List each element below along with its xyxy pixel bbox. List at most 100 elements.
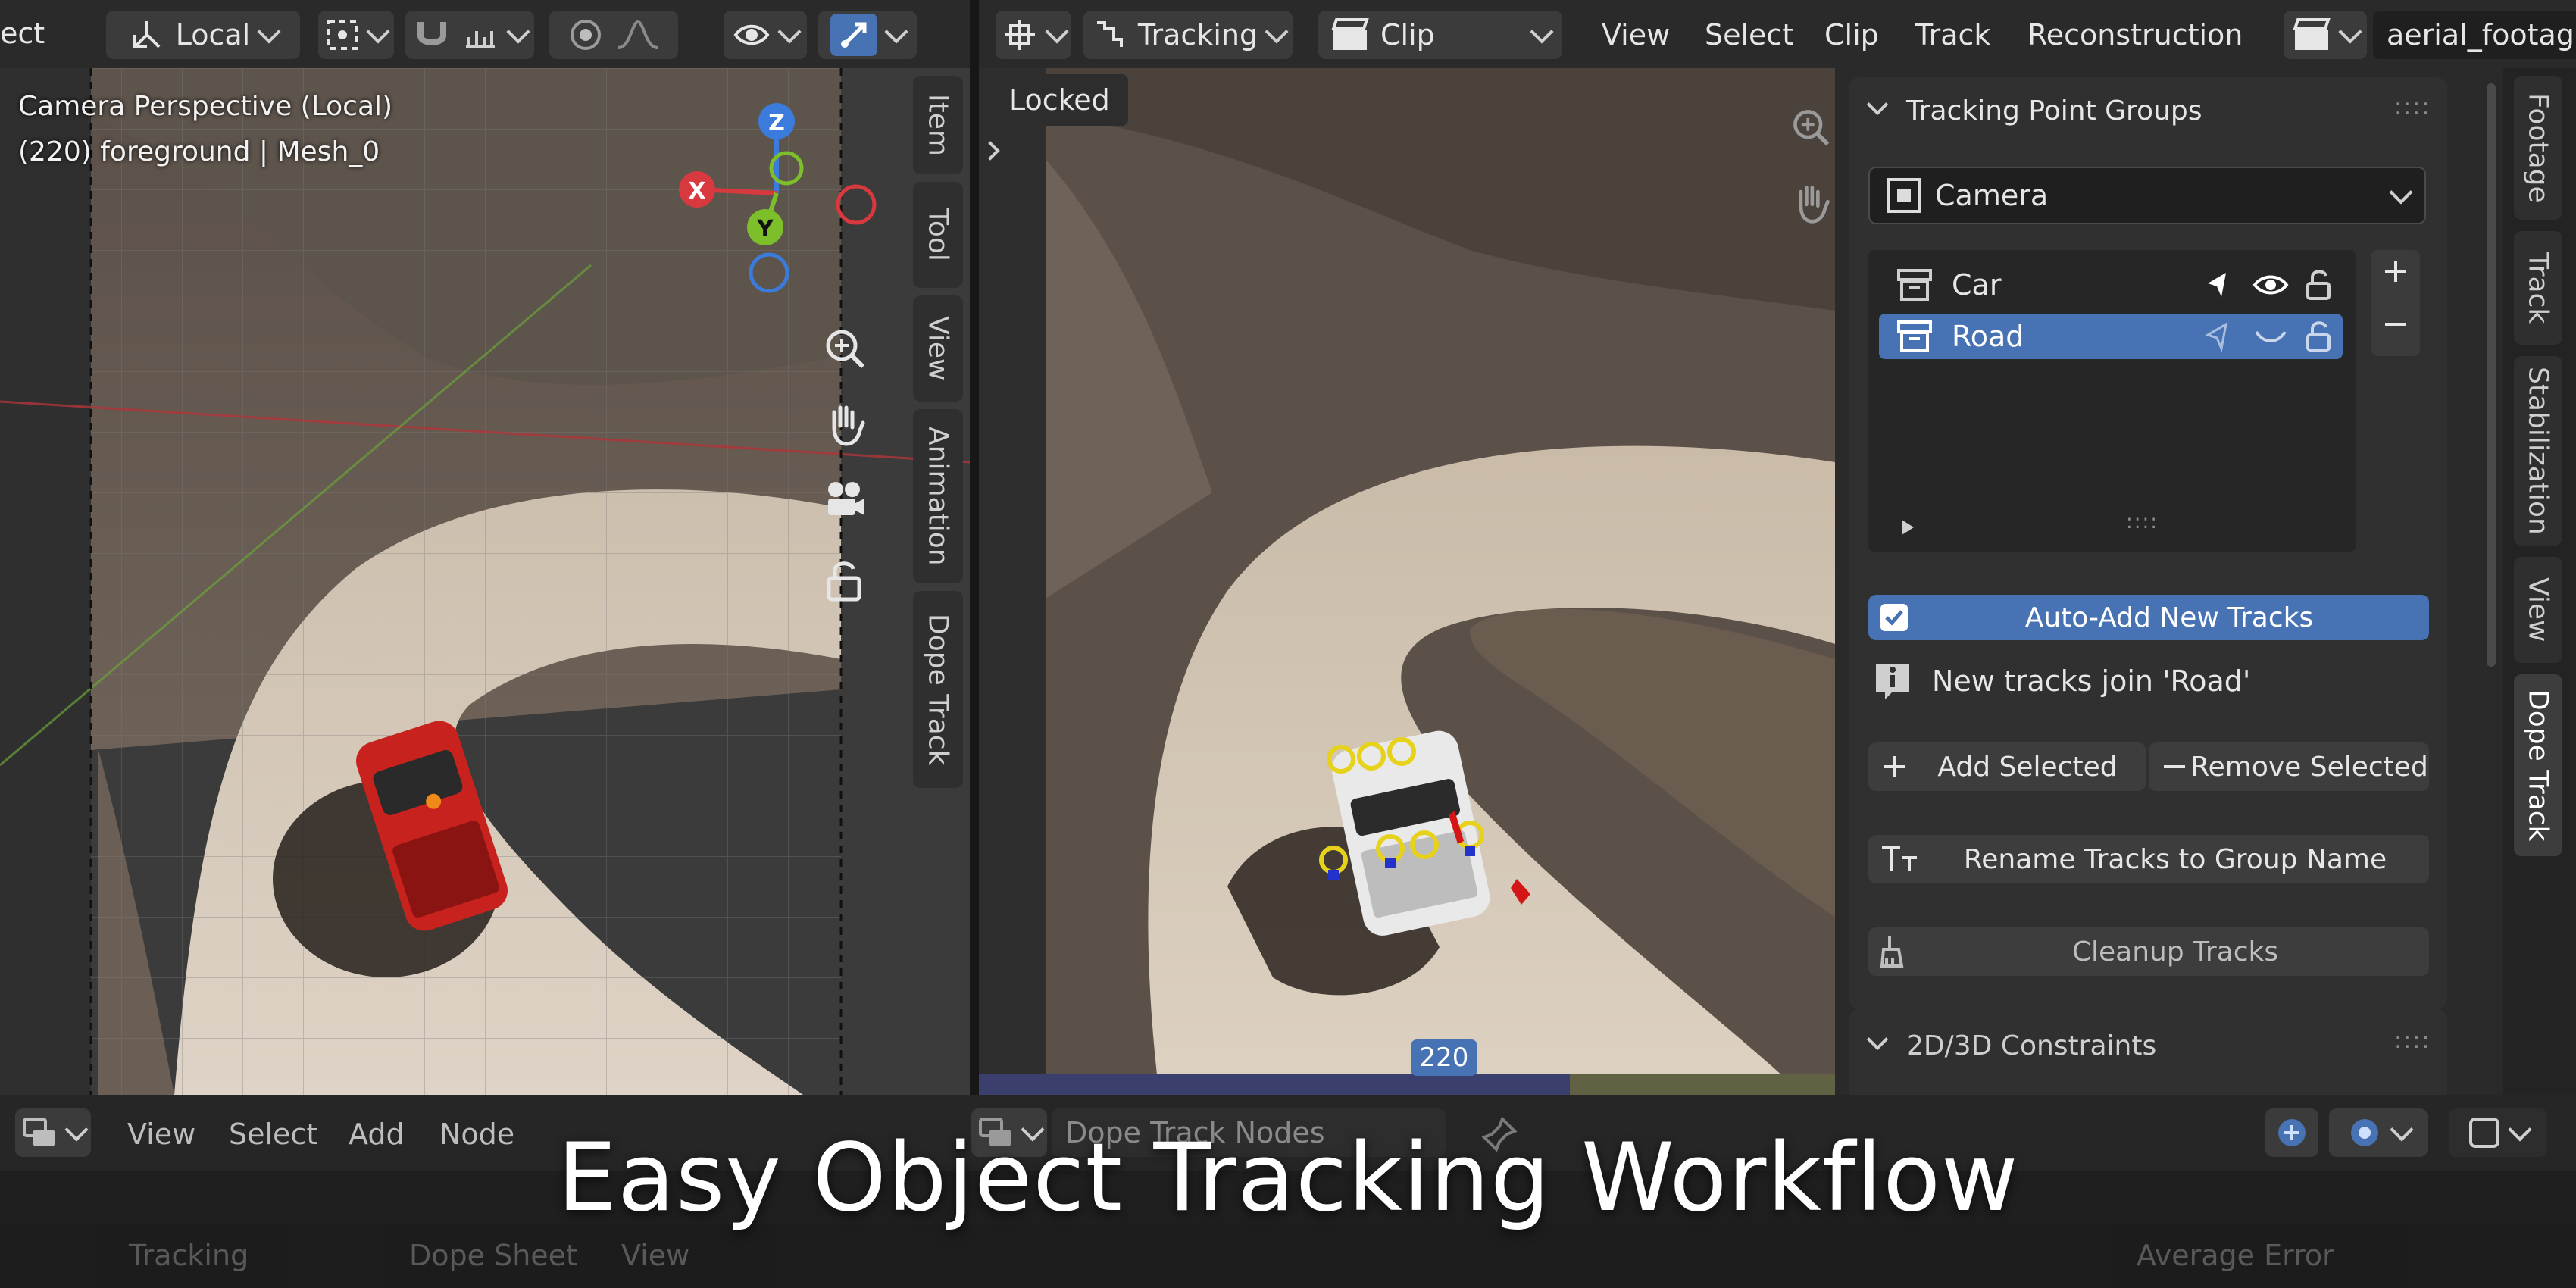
- select-cursor-icon[interactable]: [2203, 320, 2237, 353]
- cleanup-label: Cleanup Tracks: [2071, 936, 2279, 968]
- add-selected-button[interactable]: Add Selected: [1868, 742, 2146, 791]
- tracking-object-label: Camera: [1935, 179, 2049, 212]
- view-mode-label: Clip: [1380, 18, 1435, 52]
- rename-tracks-button[interactable]: Rename Tracks to Group Name: [1868, 835, 2429, 883]
- chevron-down-icon: [777, 20, 802, 44]
- lock-camera-icon[interactable]: [824, 557, 865, 602]
- magnet-icon: [417, 22, 446, 45]
- average-error-label: Average Error: [2137, 1239, 2334, 1272]
- list-item[interactable]: Car: [1879, 262, 2343, 308]
- pan-hand-icon[interactable]: [822, 402, 868, 447]
- camera-object-icon: [1887, 178, 1921, 213]
- proportional-editing-group[interactable]: [549, 11, 678, 59]
- current-frame-badge[interactable]: 220: [1411, 1039, 1477, 1076]
- clip-name: aerial_footage: [2387, 18, 2576, 52]
- remove-group-icon[interactable]: [2382, 311, 2409, 338]
- cleanup-tracks-button[interactable]: Cleanup Tracks: [1868, 927, 2429, 976]
- rename-label: Rename Tracks to Group Name: [1963, 843, 2387, 875]
- tracked-range-bar: [1570, 1074, 1835, 1095]
- clip-name-field[interactable]: aerial_footage: [2373, 11, 2576, 59]
- collapse-chevron-icon[interactable]: [1866, 1028, 1889, 1051]
- gizmo-y-label: Y: [756, 216, 774, 242]
- panel-grip-icon[interactable]: ::::: [2394, 1027, 2431, 1054]
- list-resize-grip-icon[interactable]: ::::: [2126, 511, 2159, 533]
- chevron-down-icon: [2389, 180, 2413, 205]
- tracking-sidebar: Tracking Point Groups :::: Camera Car Ro…: [1835, 68, 2503, 1095]
- eye-closed-icon[interactable]: [2252, 320, 2290, 353]
- auto-add-new-tracks-toggle[interactable]: Auto-Add New Tracks: [1868, 595, 2429, 640]
- editor-type-dropdown[interactable]: [996, 11, 1071, 59]
- group-list[interactable]: Car Road::::: [1868, 250, 2356, 552]
- transform-orientation-dropdown[interactable]: Local: [106, 11, 300, 59]
- editor-type-fragment: ect: [0, 17, 45, 50]
- zoom-icon[interactable]: [822, 326, 868, 371]
- tab-view[interactable]: View: [2514, 557, 2562, 663]
- clip-browse-dropdown[interactable]: [2284, 11, 2367, 59]
- remove-selected-button[interactable]: Remove Selected: [2149, 742, 2429, 791]
- tab-track[interactable]: Track: [2514, 231, 2562, 345]
- locked-indicator: Locked: [991, 74, 1128, 126]
- checkbox-checked-icon[interactable]: [1879, 602, 1909, 633]
- tab-item[interactable]: Item: [913, 76, 963, 174]
- snapping-group[interactable]: [405, 11, 534, 59]
- menu-view[interactable]: View: [1602, 18, 1670, 52]
- dope-mode-label[interactable]: Tracking: [129, 1239, 249, 1272]
- collapse-chevron-icon[interactable]: [1866, 93, 1889, 116]
- video-caption: Easy Object Tracking Workflow: [0, 1114, 2576, 1243]
- pivot-point-dropdown[interactable]: [318, 11, 394, 59]
- broom-icon: [1880, 936, 1904, 968]
- navigation-gizmo[interactable]: Z X Y: [667, 98, 886, 295]
- text-rename-icon: [1882, 846, 1917, 871]
- gizmo-icon: [830, 14, 877, 56]
- 3d-viewport[interactable]: Camera Perspective (Local) (220) foregro…: [0, 0, 970, 1095]
- gizmo-toggle[interactable]: [818, 11, 917, 59]
- area-divider[interactable]: [970, 0, 979, 1095]
- clapper-icon: [2293, 18, 2331, 50]
- dope-sheet-label[interactable]: Dope Sheet: [409, 1239, 577, 1272]
- tracking-object-select[interactable]: Camera: [1868, 167, 2426, 224]
- pan-hand-icon[interactable]: [1790, 182, 1832, 224]
- eye-icon[interactable]: [2252, 268, 2290, 302]
- select-cursor-icon[interactable]: [2203, 268, 2237, 302]
- info-text: New tracks join 'Road': [1932, 664, 2251, 698]
- group-icon: [1897, 269, 1932, 301]
- view-mode-dropdown[interactable]: Clip: [1318, 11, 1562, 59]
- snap-increment-icon: [466, 31, 495, 48]
- tab-view[interactable]: View: [913, 295, 963, 402]
- visibility-dropdown[interactable]: [724, 11, 807, 59]
- constraints-panel: 2D/3D Constraints ::::: [1849, 1009, 2447, 1095]
- list-expand-icon[interactable]: [1899, 518, 1917, 536]
- movie-clip-editor[interactable]: Locked 220 Tracking Point Groups :::: Ca…: [979, 0, 2576, 1095]
- viewport-info-line1: Camera Perspective (Local): [18, 91, 393, 122]
- mode-dropdown[interactable]: Tracking: [1083, 11, 1293, 59]
- clip-icon: [1331, 18, 1369, 50]
- tracking-point-groups-panel: Tracking Point Groups :::: Camera Car Ro…: [1849, 77, 2447, 1009]
- panel-title: 2D/3D Constraints: [1906, 1030, 2157, 1061]
- tab-footage[interactable]: Footage: [2514, 76, 2562, 220]
- menu-clip[interactable]: Clip: [1824, 18, 1879, 52]
- panel-grip-icon[interactable]: ::::: [2394, 94, 2431, 120]
- menu-select[interactable]: Select: [1705, 18, 1793, 52]
- chevron-down-icon: [1265, 20, 1289, 44]
- tab-animation[interactable]: Animation: [913, 409, 963, 583]
- sidebar-scrollbar[interactable]: [2487, 83, 2496, 667]
- tab-dope-track[interactable]: Dope Track: [2514, 674, 2562, 856]
- unlock-icon[interactable]: [2303, 268, 2334, 302]
- remove-selected-label: Remove Selected: [2190, 751, 2428, 783]
- group-icon: [1897, 320, 1932, 352]
- camera-view-icon[interactable]: [822, 477, 868, 523]
- info-message: New tracks join 'Road': [1868, 655, 2429, 708]
- tab-dope-track[interactable]: Dope Track: [913, 591, 963, 788]
- menu-track[interactable]: Track: [1915, 18, 1990, 52]
- clip-display[interactable]: Locked 220: [979, 68, 1835, 1095]
- add-group-icon[interactable]: [2382, 258, 2409, 285]
- dope-view-menu[interactable]: View: [621, 1239, 689, 1272]
- tab-tool[interactable]: Tool: [913, 182, 963, 288]
- chevron-down-icon: [366, 20, 390, 44]
- list-item-selected[interactable]: Road: [1879, 314, 2343, 359]
- tab-stabilization[interactable]: Stabilization: [2514, 356, 2562, 546]
- zoom-icon[interactable]: [1790, 106, 1832, 148]
- footage-frame[interactable]: [1046, 68, 1835, 1095]
- unlock-icon[interactable]: [2303, 320, 2334, 353]
- menu-reconstruction[interactable]: Reconstruction: [2027, 18, 2243, 52]
